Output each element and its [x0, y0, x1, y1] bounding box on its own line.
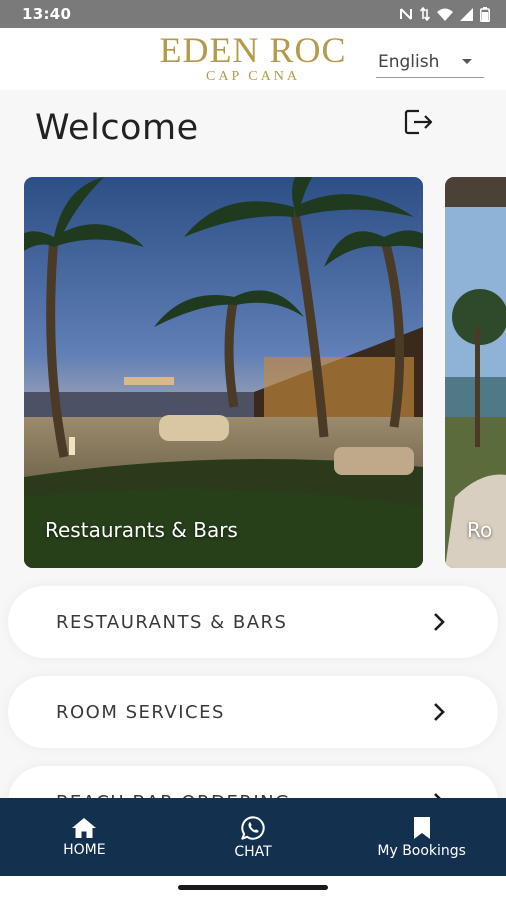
language-value: English [378, 51, 440, 72]
menu-item-label: RESTAURANTS & BARS [56, 611, 288, 633]
nav-bookings-label: My Bookings [377, 842, 466, 859]
beach-scene-image [445, 177, 506, 568]
bookmark-icon [413, 816, 430, 839]
status-icons [399, 6, 490, 22]
brand-name: EDEN ROC [159, 30, 347, 70]
wifi-icon [437, 8, 453, 21]
logout-button[interactable] [400, 104, 436, 140]
carousel-card-label: Ro [467, 518, 493, 542]
carousel-card-label: Restaurants & Bars [45, 518, 238, 542]
menu-item-restaurants[interactable]: RESTAURANTS & BARS [8, 586, 498, 658]
carousel-card-restaurants[interactable]: Restaurants & Bars [24, 177, 423, 568]
logout-icon [404, 109, 433, 135]
menu-item-room-services[interactable]: ROOM SERVICES [8, 676, 498, 748]
nav-home-label: HOME [63, 841, 106, 858]
battery-icon [480, 6, 490, 22]
status-time: 13:40 [22, 5, 72, 23]
signal-icon [460, 7, 473, 21]
brand-subtitle: CAP CANA [206, 69, 300, 84]
status-bar: 13:40 [0, 0, 506, 28]
nav-chat-label: CHAT [234, 843, 272, 860]
chevron-right-icon [434, 703, 445, 721]
chevron-right-icon [434, 613, 445, 631]
caret-down-icon [462, 59, 472, 64]
app-header: EDEN ROC CAP CANA English [0, 28, 506, 90]
nfc-icon [400, 8, 412, 20]
carousel-card-room-service[interactable]: Ro [445, 177, 506, 568]
carousel[interactable]: Restaurants & Bars Ro [0, 177, 506, 570]
restaurant-scene-image [24, 177, 423, 568]
whatsapp-icon [241, 815, 265, 840]
nav-my-bookings[interactable]: My Bookings [337, 798, 506, 876]
nav-chat[interactable]: CHAT [169, 798, 338, 876]
menu-item-label: ROOM SERVICES [56, 701, 225, 723]
data-arrows-icon [420, 7, 430, 21]
main-content: Welcome Restaurants & Bars Ro RESTAURANT… [0, 90, 506, 800]
home-icon [72, 817, 97, 838]
menu-item-beach-bar[interactable]: BEACH BAR ORDERING [8, 766, 498, 800]
brand-logo: EDEN ROC CAP CANA [133, 32, 373, 85]
language-dropdown[interactable]: English [376, 50, 484, 78]
bottom-nav: HOME CHAT My Bookings [0, 798, 506, 876]
gesture-area [0, 876, 506, 900]
page-title: Welcome [35, 108, 199, 148]
nav-home[interactable]: HOME [0, 798, 169, 876]
gesture-handle[interactable] [178, 885, 328, 890]
